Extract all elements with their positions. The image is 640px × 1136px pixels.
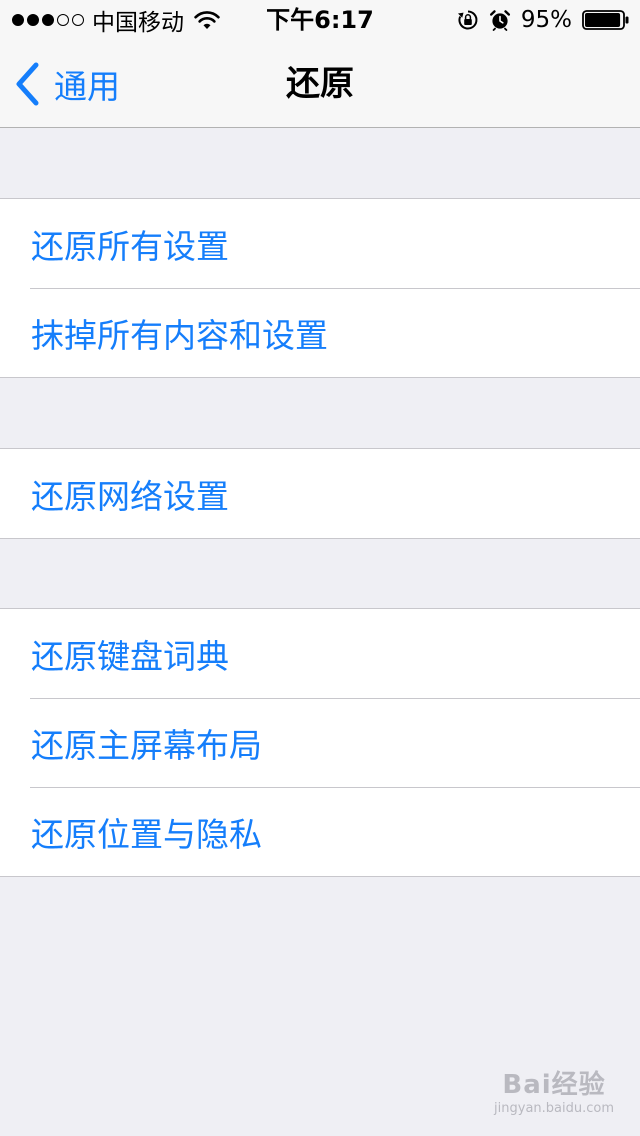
status-right: 95% [457,0,630,40]
reset-group-3: 还原键盘词典 还原主屏幕布局 还原位置与隐私 [0,608,640,877]
rotation-lock-icon [457,10,478,30]
reset-group-1: 还原所有设置 抹掉所有内容和设置 [0,198,640,378]
back-button-label: 通用 [54,67,120,106]
watermark-sub: jingyan.baidu.com [494,1101,614,1116]
reset-location-privacy-cell[interactable]: 还原位置与隐私 [0,787,640,876]
battery-icon [582,10,629,30]
alarm-icon [489,10,510,31]
chevron-left-icon [16,62,39,106]
reset-all-settings-cell[interactable]: 还原所有设置 [0,199,640,288]
watermark-main: Bai经验 [502,1070,606,1100]
battery-percent: 95% [520,7,572,33]
cell-label: 抹掉所有内容和设置 [31,315,328,355]
cell-label: 还原所有设置 [31,226,229,266]
cell-label: 还原键盘词典 [31,636,229,676]
reset-home-screen-layout-cell[interactable]: 还原主屏幕布局 [0,698,640,787]
reset-keyboard-dictionary-cell[interactable]: 还原键盘词典 [0,609,640,698]
back-button[interactable]: 通用 [14,40,120,128]
cell-label: 还原位置与隐私 [31,814,262,854]
reset-network-settings-cell[interactable]: 还原网络设置 [0,449,640,538]
erase-all-content-cell[interactable]: 抹掉所有内容和设置 [0,288,640,377]
navigation-bar: 通用 还原 [0,40,640,128]
cell-label: 还原主屏幕布局 [31,725,262,765]
status-bar: 中国移动 下午6:17 95% [0,0,640,40]
cell-label: 还原网络设置 [31,476,229,516]
baidu-watermark: Bai经验 jingyan.baidu.com [494,1064,614,1116]
reset-group-2: 还原网络设置 [0,448,640,539]
